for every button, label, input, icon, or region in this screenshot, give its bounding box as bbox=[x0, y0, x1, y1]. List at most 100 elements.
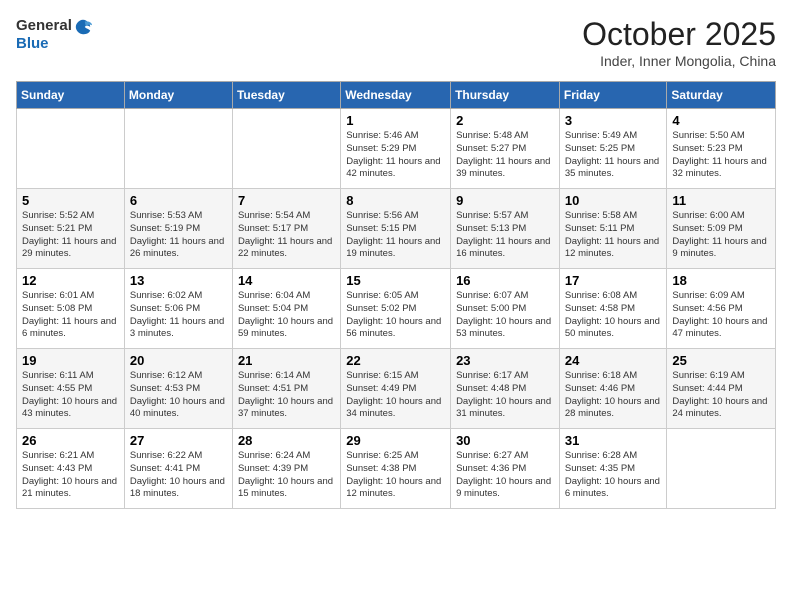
weekday-header-monday: Monday bbox=[124, 82, 232, 109]
day-info: Sunrise: 6:18 AM Sunset: 4:46 PM Dayligh… bbox=[565, 370, 662, 421]
logo: General Blue bbox=[16, 16, 92, 53]
day-number: 13 bbox=[130, 273, 227, 288]
day-number: 26 bbox=[22, 433, 119, 448]
day-info: Sunrise: 5:57 AM Sunset: 5:13 PM Dayligh… bbox=[456, 210, 554, 261]
calendar-cell: 7 Sunrise: 5:54 AM Sunset: 5:17 PM Daylig… bbox=[232, 189, 340, 269]
day-number: 9 bbox=[456, 193, 554, 208]
logo-bird-icon bbox=[74, 18, 92, 36]
day-number: 31 bbox=[565, 433, 662, 448]
calendar-cell: 31 Sunrise: 6:28 AM Sunset: 4:35 PM Dayli… bbox=[559, 429, 667, 509]
day-number: 19 bbox=[22, 353, 119, 368]
day-info: Sunrise: 6:25 AM Sunset: 4:38 PM Dayligh… bbox=[346, 450, 445, 501]
day-info: Sunrise: 6:00 AM Sunset: 5:09 PM Dayligh… bbox=[672, 210, 770, 261]
calendar-cell: 15 Sunrise: 6:05 AM Sunset: 5:02 PM Dayli… bbox=[341, 269, 451, 349]
day-info: Sunrise: 6:12 AM Sunset: 4:53 PM Dayligh… bbox=[130, 370, 227, 421]
day-info: Sunrise: 6:27 AM Sunset: 4:36 PM Dayligh… bbox=[456, 450, 554, 501]
day-number: 1 bbox=[346, 113, 445, 128]
day-number: 16 bbox=[456, 273, 554, 288]
calendar-table: SundayMondayTuesdayWednesdayThursdayFrid… bbox=[16, 81, 776, 509]
week-row-4: 26 Sunrise: 6:21 AM Sunset: 4:43 PM Dayli… bbox=[17, 429, 776, 509]
week-row-0: 1Sunrise: 5:46 AM Sunset: 5:29 PM Daylig… bbox=[17, 109, 776, 189]
calendar-cell: 13 Sunrise: 6:02 AM Sunset: 5:06 PM Dayli… bbox=[124, 269, 232, 349]
calendar-cell: 2 Sunrise: 5:48 AM Sunset: 5:27 PM Daylig… bbox=[451, 109, 560, 189]
day-info: Sunrise: 5:50 AM Sunset: 5:23 PM Dayligh… bbox=[672, 130, 770, 181]
calendar-cell: 6Sunrise: 5:53 AM Sunset: 5:19 PM Daylig… bbox=[124, 189, 232, 269]
day-number: 10 bbox=[565, 193, 662, 208]
calendar-cell: 14Sunrise: 6:04 AM Sunset: 5:04 PM Dayli… bbox=[232, 269, 340, 349]
week-row-1: 5 Sunrise: 5:52 AM Sunset: 5:21 PM Daylig… bbox=[17, 189, 776, 269]
weekday-header-row: SundayMondayTuesdayWednesdayThursdayFrid… bbox=[17, 82, 776, 109]
day-info: Sunrise: 6:02 AM Sunset: 5:06 PM Dayligh… bbox=[130, 290, 227, 341]
calendar-cell: 16Sunrise: 6:07 AM Sunset: 5:00 PM Dayli… bbox=[451, 269, 560, 349]
calendar-cell: 5 Sunrise: 5:52 AM Sunset: 5:21 PM Daylig… bbox=[17, 189, 125, 269]
day-number: 21 bbox=[238, 353, 335, 368]
day-number: 3 bbox=[565, 113, 662, 128]
calendar-cell: 18Sunrise: 6:09 AM Sunset: 4:56 PM Dayli… bbox=[667, 269, 776, 349]
calendar-cell: 29 Sunrise: 6:25 AM Sunset: 4:38 PM Dayli… bbox=[341, 429, 451, 509]
day-number: 15 bbox=[346, 273, 445, 288]
day-number: 12 bbox=[22, 273, 119, 288]
calendar-cell: 17 Sunrise: 6:08 AM Sunset: 4:58 PM Dayli… bbox=[559, 269, 667, 349]
calendar-cell bbox=[232, 109, 340, 189]
calendar-cell: 12 Sunrise: 6:01 AM Sunset: 5:08 PM Dayli… bbox=[17, 269, 125, 349]
day-number: 30 bbox=[456, 433, 554, 448]
day-info: Sunrise: 6:11 AM Sunset: 4:55 PM Dayligh… bbox=[22, 370, 119, 421]
day-info: Sunrise: 6:15 AM Sunset: 4:49 PM Dayligh… bbox=[346, 370, 445, 421]
day-info: Sunrise: 5:53 AM Sunset: 5:19 PM Dayligh… bbox=[130, 210, 227, 261]
day-number: 8 bbox=[346, 193, 445, 208]
day-info: Sunrise: 6:09 AM Sunset: 4:56 PM Dayligh… bbox=[672, 290, 770, 341]
logo-blue: Blue bbox=[16, 36, 92, 53]
day-info: Sunrise: 6:04 AM Sunset: 5:04 PM Dayligh… bbox=[238, 290, 335, 341]
calendar-cell: 20Sunrise: 6:12 AM Sunset: 4:53 PM Dayli… bbox=[124, 349, 232, 429]
day-info: Sunrise: 5:52 AM Sunset: 5:21 PM Dayligh… bbox=[22, 210, 119, 261]
calendar-cell: 24Sunrise: 6:18 AM Sunset: 4:46 PM Dayli… bbox=[559, 349, 667, 429]
day-number: 5 bbox=[22, 193, 119, 208]
day-info: Sunrise: 6:24 AM Sunset: 4:39 PM Dayligh… bbox=[238, 450, 335, 501]
day-number: 22 bbox=[346, 353, 445, 368]
weekday-header-friday: Friday bbox=[559, 82, 667, 109]
week-row-3: 19 Sunrise: 6:11 AM Sunset: 4:55 PM Dayli… bbox=[17, 349, 776, 429]
day-info: Sunrise: 5:48 AM Sunset: 5:27 PM Dayligh… bbox=[456, 130, 554, 181]
calendar-cell: 19 Sunrise: 6:11 AM Sunset: 4:55 PM Dayli… bbox=[17, 349, 125, 429]
calendar-cell bbox=[17, 109, 125, 189]
day-number: 23 bbox=[456, 353, 554, 368]
calendar-cell: 30 Sunrise: 6:27 AM Sunset: 4:36 PM Dayli… bbox=[451, 429, 560, 509]
day-number: 28 bbox=[238, 433, 335, 448]
day-info: Sunrise: 6:17 AM Sunset: 4:48 PM Dayligh… bbox=[456, 370, 554, 421]
day-number: 7 bbox=[238, 193, 335, 208]
day-number: 25 bbox=[672, 353, 770, 368]
day-info: Sunrise: 6:22 AM Sunset: 4:41 PM Dayligh… bbox=[130, 450, 227, 501]
weekday-header-sunday: Sunday bbox=[17, 82, 125, 109]
calendar-cell: 4 Sunrise: 5:50 AM Sunset: 5:23 PM Daylig… bbox=[667, 109, 776, 189]
calendar-cell: 21 Sunrise: 6:14 AM Sunset: 4:51 PM Dayli… bbox=[232, 349, 340, 429]
calendar-cell: 1Sunrise: 5:46 AM Sunset: 5:29 PM Daylig… bbox=[341, 109, 451, 189]
weekday-header-saturday: Saturday bbox=[667, 82, 776, 109]
calendar-cell: 8 Sunrise: 5:56 AM Sunset: 5:15 PM Daylig… bbox=[341, 189, 451, 269]
day-number: 4 bbox=[672, 113, 770, 128]
day-number: 2 bbox=[456, 113, 554, 128]
day-info: Sunrise: 6:01 AM Sunset: 5:08 PM Dayligh… bbox=[22, 290, 119, 341]
day-info: Sunrise: 5:58 AM Sunset: 5:11 PM Dayligh… bbox=[565, 210, 662, 261]
calendar-cell: 28 Sunrise: 6:24 AM Sunset: 4:39 PM Dayli… bbox=[232, 429, 340, 509]
day-info: Sunrise: 6:08 AM Sunset: 4:58 PM Dayligh… bbox=[565, 290, 662, 341]
day-info: Sunrise: 6:14 AM Sunset: 4:51 PM Dayligh… bbox=[238, 370, 335, 421]
logo-general: General bbox=[16, 18, 72, 35]
weekday-header-tuesday: Tuesday bbox=[232, 82, 340, 109]
weekday-header-thursday: Thursday bbox=[451, 82, 560, 109]
day-number: 17 bbox=[565, 273, 662, 288]
day-info: Sunrise: 6:19 AM Sunset: 4:44 PM Dayligh… bbox=[672, 370, 770, 421]
calendar-cell: 22 Sunrise: 6:15 AM Sunset: 4:49 PM Dayli… bbox=[341, 349, 451, 429]
day-info: Sunrise: 6:28 AM Sunset: 4:35 PM Dayligh… bbox=[565, 450, 662, 501]
calendar-cell: 11Sunrise: 6:00 AM Sunset: 5:09 PM Dayli… bbox=[667, 189, 776, 269]
day-info: Sunrise: 6:05 AM Sunset: 5:02 PM Dayligh… bbox=[346, 290, 445, 341]
weekday-header-wednesday: Wednesday bbox=[341, 82, 451, 109]
day-info: Sunrise: 5:54 AM Sunset: 5:17 PM Dayligh… bbox=[238, 210, 335, 261]
day-number: 29 bbox=[346, 433, 445, 448]
logo-text: General Blue bbox=[16, 16, 92, 53]
calendar-cell: 25 Sunrise: 6:19 AM Sunset: 4:44 PM Dayli… bbox=[667, 349, 776, 429]
day-info: Sunrise: 6:21 AM Sunset: 4:43 PM Dayligh… bbox=[22, 450, 119, 501]
calendar-cell: 23 Sunrise: 6:17 AM Sunset: 4:48 PM Dayli… bbox=[451, 349, 560, 429]
location: Inder, Inner Mongolia, China bbox=[582, 53, 776, 69]
day-info: Sunrise: 5:56 AM Sunset: 5:15 PM Dayligh… bbox=[346, 210, 445, 261]
page-header: General Blue October 2025 Inder, Inner M… bbox=[16, 16, 776, 69]
